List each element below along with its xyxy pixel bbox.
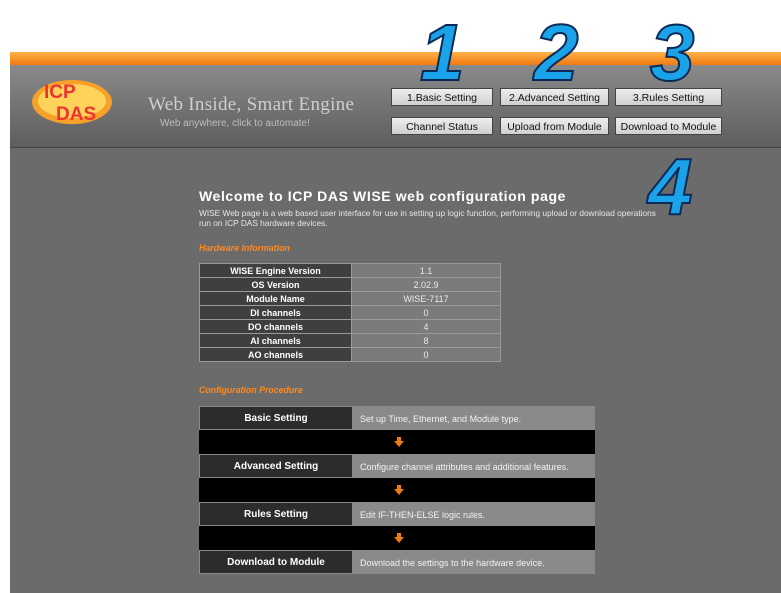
procedure-step-description: Configure channel attributes and additio… [353, 454, 595, 478]
hardware-key: WISE Engine Version [199, 263, 352, 278]
callout-number-1: 1 [419, 10, 464, 86]
welcome-text: WISE Web page is a web based user interf… [199, 208, 656, 228]
procedure-separator [199, 526, 595, 550]
hardware-key: Module Name [199, 291, 352, 306]
hardware-value: 0 [351, 305, 501, 320]
hardware-info-table: WISE Engine Version 1.1 OS Version 2.02.9 Mo… [199, 263, 501, 362]
procedure-step: Advanced Setting Configure channel attrib… [199, 454, 595, 478]
hardware-row: AO channels 0 [199, 347, 501, 362]
sub-tagline: Web anywhere, click to automate! [160, 118, 310, 129]
download-to-module-button[interactable]: Download to Module [615, 117, 722, 135]
hardware-row: AI channels 8 [199, 333, 501, 348]
advanced-setting-button[interactable]: 2.Advanced Setting [500, 88, 609, 106]
hardware-info-title: Hardware Information [199, 243, 290, 253]
arrow-down-icon [394, 485, 404, 495]
procedure-step: Rules Setting Edit IF-THEN-ELSE logic rul… [199, 502, 595, 526]
svg-text:2: 2 [532, 10, 579, 86]
upload-from-module-button[interactable]: Upload from Module [500, 117, 609, 135]
procedure-step: Basic Setting Set up Time, Ethernet, and … [199, 406, 595, 430]
procedure-step-name: Basic Setting [199, 406, 353, 430]
svg-text:4: 4 [646, 142, 693, 220]
procedure-step: Download to Module Download the settings … [199, 550, 595, 574]
svg-text:1: 1 [420, 10, 464, 86]
hardware-value: 8 [351, 333, 501, 348]
configuration-procedure-title: Configuration Procedure [199, 385, 303, 395]
svg-text:DAS: DAS [56, 104, 96, 125]
procedure-step-description: Download the settings to the hardware de… [353, 550, 595, 574]
callout-number-4: 4 [646, 142, 694, 220]
hardware-value: 4 [351, 319, 501, 334]
svg-text:ICP: ICP [44, 82, 76, 103]
hardware-row: WISE Engine Version 1.1 [199, 263, 501, 278]
callout-number-2: 2 [532, 10, 580, 86]
hardware-row: OS Version 2.02.9 [199, 277, 501, 292]
hardware-value: 1.1 [351, 263, 501, 278]
hardware-row: DI channels 0 [199, 305, 501, 320]
hardware-key: OS Version [199, 277, 352, 292]
basic-setting-button[interactable]: 1.Basic Setting [391, 88, 493, 106]
welcome-title: Welcome to ICP DAS WISE web configuratio… [199, 188, 567, 204]
procedure-step-description: Set up Time, Ethernet, and Module type. [353, 406, 595, 430]
hardware-key: AI channels [199, 333, 352, 348]
hardware-row: DO channels 4 [199, 319, 501, 334]
hardware-value: WISE-7117 [351, 291, 501, 306]
tagline: Web Inside, Smart Engine [148, 94, 355, 115]
hardware-key: AO channels [199, 347, 352, 362]
hardware-row: Module Name WISE-7117 [199, 291, 501, 306]
arrow-down-icon [394, 533, 404, 543]
arrow-down-icon [394, 437, 404, 447]
procedure-step-name: Advanced Setting [199, 454, 353, 478]
hardware-value: 0 [351, 347, 501, 362]
procedure-separator [199, 478, 595, 502]
icpdas-logo: ICP DAS [32, 80, 112, 125]
hardware-key: DO channels [199, 319, 352, 334]
configuration-procedure: Basic Setting Set up Time, Ethernet, and … [199, 406, 595, 574]
procedure-step-description: Edit IF-THEN-ELSE logic rules. [353, 502, 595, 526]
procedure-separator [199, 430, 595, 454]
hardware-value: 2.02.9 [351, 277, 501, 292]
channel-status-button[interactable]: Channel Status [391, 117, 493, 135]
hardware-key: DI channels [199, 305, 352, 320]
rules-setting-button[interactable]: 3.Rules Setting [615, 88, 722, 106]
procedure-step-name: Download to Module [199, 550, 353, 574]
callout-number-3: 3 [649, 10, 696, 86]
svg-text:3: 3 [650, 10, 695, 86]
procedure-step-name: Rules Setting [199, 502, 353, 526]
